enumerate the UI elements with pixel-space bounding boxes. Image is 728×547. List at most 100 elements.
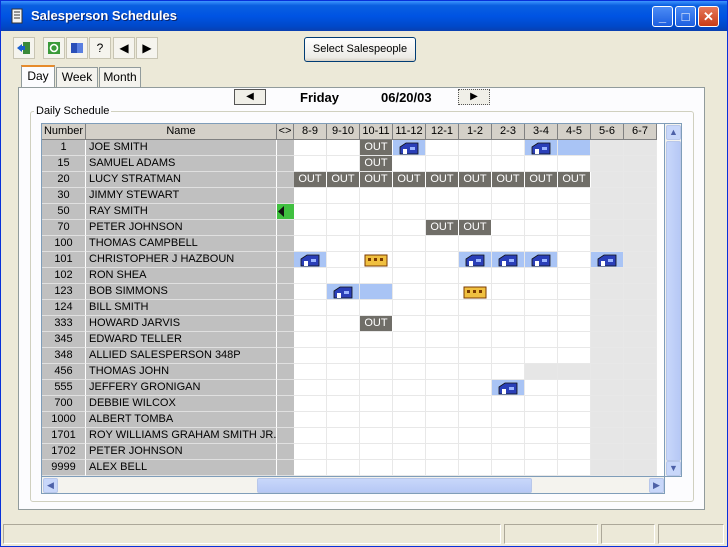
- schedule-cell[interactable]: [558, 364, 591, 380]
- schedule-cell[interactable]: [327, 444, 360, 460]
- schedule-grid[interactable]: Number Name <> 8-9 9-10 10-11 11-12 12-1 1-2 2…: [41, 123, 665, 477]
- schedule-cell[interactable]: [624, 204, 657, 220]
- schedule-cell[interactable]: [294, 412, 327, 428]
- schedule-cell[interactable]: [624, 284, 657, 300]
- schedule-cell[interactable]: [426, 156, 459, 172]
- schedule-cell[interactable]: [591, 236, 624, 252]
- schedule-cell[interactable]: [459, 348, 492, 364]
- row-number[interactable]: 1000: [42, 412, 86, 428]
- schedule-cell[interactable]: [525, 156, 558, 172]
- schedule-cell[interactable]: [558, 156, 591, 172]
- row-name[interactable]: ALEX BELL: [86, 460, 277, 476]
- schedule-cell[interactable]: OUT: [525, 172, 558, 188]
- schedule-cell[interactable]: [393, 204, 426, 220]
- schedule-cell[interactable]: [294, 316, 327, 332]
- schedule-cell[interactable]: [294, 156, 327, 172]
- schedule-cell[interactable]: [393, 364, 426, 380]
- schedule-cell[interactable]: [624, 380, 657, 396]
- schedule-cell[interactable]: [624, 444, 657, 460]
- schedule-cell[interactable]: [294, 444, 327, 460]
- schedule-cell[interactable]: [327, 268, 360, 284]
- tab-day[interactable]: Day: [21, 65, 55, 88]
- tab-week[interactable]: Week: [56, 67, 98, 88]
- schedule-cell[interactable]: OUT: [327, 172, 360, 188]
- schedule-cell[interactable]: [426, 316, 459, 332]
- schedule-cell[interactable]: [294, 220, 327, 236]
- schedule-cell[interactable]: [294, 284, 327, 300]
- schedule-cell[interactable]: [459, 460, 492, 476]
- schedule-cell[interactable]: [360, 252, 393, 268]
- schedule-cell[interactable]: [327, 236, 360, 252]
- schedule-cell[interactable]: [591, 172, 624, 188]
- header-slot[interactable]: 11-12: [393, 124, 426, 140]
- next-day-button[interactable]: ▶: [458, 89, 490, 105]
- schedule-cell[interactable]: [591, 460, 624, 476]
- schedule-cell[interactable]: [393, 412, 426, 428]
- schedule-cell[interactable]: [327, 204, 360, 220]
- row-number[interactable]: 9999: [42, 460, 86, 476]
- schedule-cell[interactable]: [624, 412, 657, 428]
- schedule-cell[interactable]: OUT: [360, 172, 393, 188]
- schedule-cell[interactable]: [492, 396, 525, 412]
- schedule-cell[interactable]: [426, 188, 459, 204]
- schedule-cell[interactable]: [558, 460, 591, 476]
- schedule-cell[interactable]: [591, 284, 624, 300]
- schedule-cell[interactable]: [459, 300, 492, 316]
- header-number[interactable]: Number: [42, 124, 86, 140]
- row-number[interactable]: 333: [42, 316, 86, 332]
- schedule-cell[interactable]: [426, 140, 459, 156]
- row-name[interactable]: THOMAS JOHN: [86, 364, 277, 380]
- schedule-cell[interactable]: [591, 252, 624, 268]
- schedule-cell[interactable]: [327, 380, 360, 396]
- schedule-cell[interactable]: OUT: [360, 156, 393, 172]
- schedule-cell[interactable]: [492, 156, 525, 172]
- row-name[interactable]: EDWARD TELLER: [86, 332, 277, 348]
- next-icon[interactable]: ▶: [136, 37, 158, 59]
- schedule-cell[interactable]: [525, 348, 558, 364]
- schedule-cell[interactable]: [327, 156, 360, 172]
- schedule-cell[interactable]: [525, 428, 558, 444]
- header-slot[interactable]: 3-4: [525, 124, 558, 140]
- schedule-cell[interactable]: [327, 460, 360, 476]
- schedule-cell[interactable]: [525, 204, 558, 220]
- schedule-cell[interactable]: [426, 460, 459, 476]
- row-number[interactable]: 15: [42, 156, 86, 172]
- schedule-cell[interactable]: [591, 444, 624, 460]
- schedule-cell[interactable]: [393, 236, 426, 252]
- row-name[interactable]: PETER JOHNSON: [86, 444, 277, 460]
- schedule-cell[interactable]: [327, 284, 360, 300]
- schedule-cell[interactable]: [360, 380, 393, 396]
- schedule-cell[interactable]: [624, 188, 657, 204]
- row-number[interactable]: 348: [42, 348, 86, 364]
- schedule-cell[interactable]: [459, 412, 492, 428]
- schedule-cell[interactable]: [459, 252, 492, 268]
- schedule-cell[interactable]: OUT: [459, 220, 492, 236]
- schedule-cell[interactable]: [393, 380, 426, 396]
- schedule-cell[interactable]: OUT: [393, 172, 426, 188]
- schedule-cell[interactable]: [591, 140, 624, 156]
- schedule-cell[interactable]: [558, 268, 591, 284]
- schedule-cell[interactable]: [624, 252, 657, 268]
- schedule-cell[interactable]: [558, 300, 591, 316]
- horizontal-scroll-thumb[interactable]: [257, 478, 532, 493]
- schedule-cell[interactable]: [624, 316, 657, 332]
- schedule-cell[interactable]: [492, 140, 525, 156]
- header-slot[interactable]: 2-3: [492, 124, 525, 140]
- row-number[interactable]: 345: [42, 332, 86, 348]
- row-name[interactable]: JIMMY STEWART: [86, 188, 277, 204]
- schedule-cell[interactable]: [393, 444, 426, 460]
- prev-icon[interactable]: ◀: [113, 37, 135, 59]
- row-number[interactable]: 124: [42, 300, 86, 316]
- schedule-cell[interactable]: [327, 188, 360, 204]
- row-name[interactable]: DEBBIE WILCOX: [86, 396, 277, 412]
- schedule-cell[interactable]: [492, 444, 525, 460]
- row-number[interactable]: 555: [42, 380, 86, 396]
- schedule-cell[interactable]: [327, 428, 360, 444]
- schedule-cell[interactable]: [360, 268, 393, 284]
- schedule-cell[interactable]: [624, 156, 657, 172]
- row-number[interactable]: 30: [42, 188, 86, 204]
- schedule-cell[interactable]: [624, 300, 657, 316]
- schedule-cell[interactable]: [624, 268, 657, 284]
- schedule-cell[interactable]: [525, 188, 558, 204]
- schedule-cell[interactable]: OUT: [360, 140, 393, 156]
